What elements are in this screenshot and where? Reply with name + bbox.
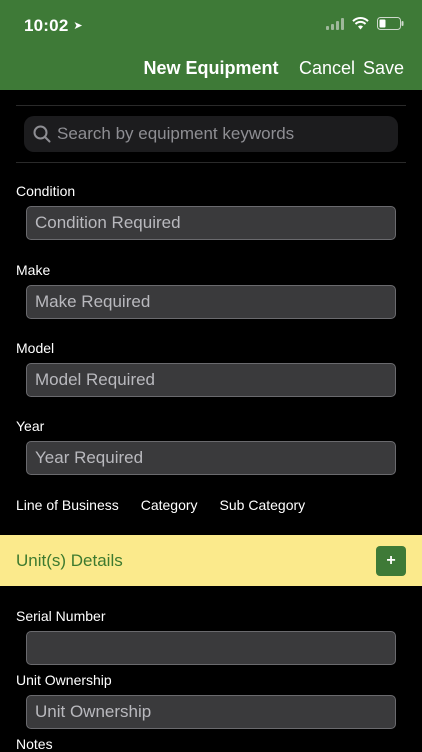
unit-details-header: Unit(s) Details +	[0, 535, 422, 586]
save-button[interactable]: Save	[363, 58, 404, 79]
year-input[interactable]	[27, 442, 395, 474]
year-field[interactable]	[26, 441, 396, 475]
make-label: Make	[16, 262, 51, 278]
model-field[interactable]	[26, 363, 396, 397]
classification-tabs: Line of Business Category Sub Category	[16, 497, 305, 513]
search-icon	[33, 125, 51, 143]
status-time: 10:02 ➤	[24, 16, 83, 36]
model-input[interactable]	[27, 364, 395, 396]
unit-details-title: Unit(s) Details	[16, 551, 123, 570]
condition-field[interactable]	[26, 206, 396, 240]
navigation-bar: 10:02 ➤ New Equipment Cancel Save	[0, 0, 422, 90]
cellular-signal-icon	[326, 17, 344, 30]
unit-ownership-input[interactable]	[27, 696, 395, 728]
year-label: Year	[16, 418, 45, 434]
unit-ownership-field[interactable]	[26, 695, 396, 729]
serial-number-label: Serial Number	[16, 608, 106, 624]
condition-label: Condition	[16, 183, 76, 199]
serial-number-input[interactable]	[27, 632, 395, 664]
tab-category[interactable]: Category	[141, 497, 198, 513]
location-arrow-icon: ➤	[73, 20, 83, 32]
serial-number-field[interactable]	[26, 631, 396, 665]
unit-ownership-label: Unit Ownership	[16, 672, 112, 688]
nav-title-text: New Equipment	[143, 58, 279, 78]
cancel-button[interactable]: Cancel	[299, 58, 355, 79]
condition-input[interactable]	[27, 207, 395, 239]
make-field[interactable]	[26, 285, 396, 319]
battery-icon	[377, 17, 404, 30]
status-time-text: 10:02	[24, 16, 69, 35]
search-input[interactable]	[57, 124, 377, 144]
status-icons	[326, 17, 404, 30]
search-bar[interactable]	[24, 116, 398, 152]
wifi-icon	[352, 17, 369, 30]
tab-line-of-business[interactable]: Line of Business	[16, 497, 119, 513]
divider	[16, 105, 406, 106]
nav-title: New Equipment	[0, 58, 422, 79]
divider	[16, 162, 406, 163]
add-unit-button[interactable]: +	[376, 546, 406, 576]
make-input[interactable]	[27, 286, 395, 318]
model-label: Model	[16, 340, 55, 356]
tab-sub-category[interactable]: Sub Category	[220, 497, 306, 513]
